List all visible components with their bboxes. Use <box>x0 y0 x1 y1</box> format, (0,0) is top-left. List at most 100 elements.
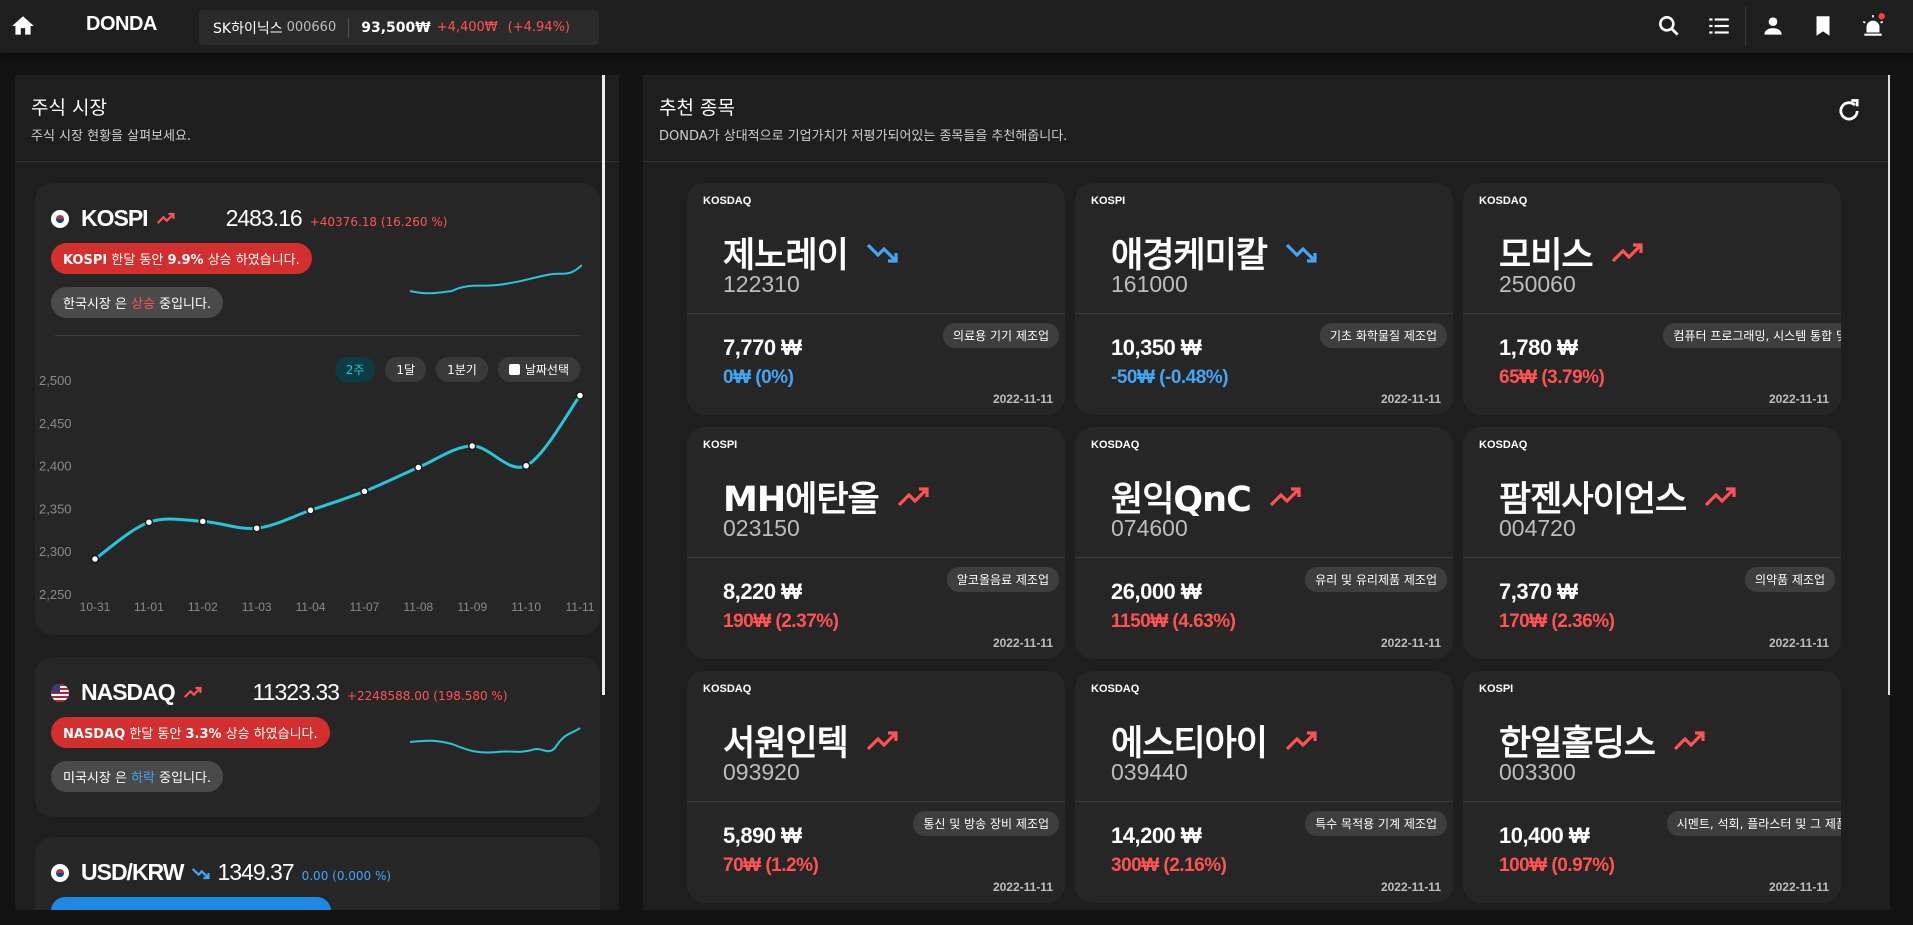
data-point[interactable] <box>521 461 531 470</box>
usdkrw-value: 1349.37 <box>217 859 294 885</box>
industry-badge: 특수 목적용 기계 제조업 <box>1305 811 1447 836</box>
usdkrw-monthly-badge <box>51 897 331 910</box>
stock-card[interactable]: KOSDAQ 원익QnC 074600 유리 및 유리제품 제조업 26,000 ₩11… <box>1075 427 1453 659</box>
market-header-divider <box>15 161 619 162</box>
stock-card-divider <box>687 313 1065 314</box>
usdkrw-header: USD/KRW 1349.37 0.00 (0.000 %) <box>51 859 391 886</box>
ticker-price: 93,500₩ <box>361 19 431 36</box>
stock-price: 1,780 ₩ <box>1499 335 1578 360</box>
stock-market: KOSDAQ <box>1091 683 1140 695</box>
nasdaq-value: 11323.33 <box>252 679 340 705</box>
y-tick-label: 2,500 <box>39 373 72 388</box>
nasdaq-status-suffix: 중입니다. <box>155 771 212 786</box>
korea-flag-icon <box>51 863 69 882</box>
stock-change: 1150₩ (4.63%) <box>1111 611 1236 632</box>
kospi-line-chart[interactable]: 2,500 2,450 2,400 2,350 2,300 2,250 10-31 11-01… <box>35 183 600 635</box>
industry-badge: 알코올음료 제조업 <box>946 567 1059 592</box>
stock-price: 5,890 ₩ <box>723 823 802 848</box>
data-point[interactable] <box>252 523 261 533</box>
recommend-subtitle: DONDA가 상대적으로 기업가치가 저평가되어있는 종목들을 추천해줍니다. <box>659 129 1068 144</box>
stock-change: 65₩ (3.79%) <box>1499 367 1605 388</box>
stock-card[interactable]: KOSDAQ 제노레이 122310 의료용 기기 제조업 7,770 ₩0₩ (0%)… <box>687 183 1065 415</box>
nasdaq-name: NASDAQ <box>81 679 176 705</box>
refresh-icon[interactable] <box>1835 97 1863 125</box>
stock-price: 14,200 ₩ <box>1111 823 1202 848</box>
data-point[interactable] <box>144 517 154 527</box>
data-point[interactable] <box>360 487 369 496</box>
stock-card[interactable]: KOSDAQ 팜젠사이언스 004720 의약품 제조업 7,370 ₩170₩ (2.… <box>1463 427 1841 659</box>
ticker-banner[interactable]: SK하이닉스 000660 93,500₩ +4,400₩ (+4.94%) <box>199 10 599 45</box>
home-icon[interactable] <box>10 13 36 39</box>
recommend-header-divider <box>643 161 1890 162</box>
ticker-code: 000660 <box>286 20 337 35</box>
stock-market: KOSDAQ <box>1479 439 1528 451</box>
nasdaq-status-badge: 미국시장 은 하락 중입니다. <box>51 761 224 792</box>
nasdaq-pill-mid: 한달 동안 <box>125 727 186 742</box>
recommend-scrollbar[interactable] <box>1888 75 1890 695</box>
app-logo[interactable]: DONDA <box>86 13 157 36</box>
stock-date: 2022-11-11 <box>1768 392 1829 406</box>
account-icon[interactable] <box>1760 13 1786 39</box>
alarm-icon[interactable] <box>1860 13 1886 39</box>
stock-change: 170₩ (2.36%) <box>1499 611 1615 632</box>
stock-card[interactable]: KOSDAQ 에스티아이 039440 특수 목적용 기계 제조업 14,200 ₩30… <box>1075 671 1453 903</box>
stock-card[interactable]: KOSPI 한일홀딩스 003300 시멘트, 석회, 플라스터 및 그 제품 10,4… <box>1463 671 1841 903</box>
industry-badge: 유리 및 유리제품 제조업 <box>1305 567 1447 592</box>
stock-date: 2022-11-11 <box>992 880 1053 894</box>
data-point[interactable] <box>198 517 208 526</box>
ticker-change: +4,400₩ <box>436 20 498 35</box>
stock-change: 100₩ (0.97%) <box>1499 855 1615 876</box>
x-tick-label: 11-11 <box>566 600 595 614</box>
trending-down-icon <box>866 243 898 263</box>
stock-market: KOSPI <box>1091 195 1126 207</box>
y-tick-label: 2,350 <box>39 501 72 516</box>
data-point[interactable] <box>467 441 477 451</box>
nasdaq-change: +2248588.00 (198.580 %) <box>346 688 508 703</box>
stock-market: KOSDAQ <box>703 683 752 695</box>
stock-market: KOSPI <box>703 439 738 451</box>
stock-code: 161000 <box>1111 271 1188 297</box>
list-icon[interactable] <box>1706 13 1732 39</box>
stock-card-divider <box>1075 313 1453 314</box>
stock-change: 70₩ (1.2%) <box>723 855 819 876</box>
nasdaq-status-prefix: 미국시장 은 <box>63 771 132 786</box>
usdkrw-name: USD/KRW <box>81 859 184 885</box>
y-tick-label: 2,300 <box>39 544 72 559</box>
stock-card-divider <box>1463 557 1841 558</box>
stock-change: 0₩ (0%) <box>723 367 794 388</box>
bookmark-icon[interactable] <box>1810 13 1836 39</box>
stock-code: 093920 <box>723 759 800 785</box>
x-tick-label: 10-31 <box>80 600 111 614</box>
trending-down-icon <box>192 867 211 879</box>
data-point[interactable] <box>90 554 100 564</box>
usdkrw-change: 0.00 (0.000 %) <box>301 868 392 883</box>
market-scrollbar[interactable] <box>602 75 605 695</box>
stock-date: 2022-11-11 <box>992 636 1053 650</box>
stock-change: 300₩ (2.16%) <box>1111 855 1227 876</box>
stock-card[interactable]: KOSDAQ 서원인텍 093920 통신 및 방송 장비 제조업 5,890 ₩70₩… <box>687 671 1065 903</box>
stock-date: 2022-11-11 <box>1380 636 1441 650</box>
stock-card[interactable]: KOSPI 애경케미칼 161000 기초 화학물질 제조업 10,350 ₩ -50₩ … <box>1075 183 1453 415</box>
nasdaq-status-word: 하락 <box>131 771 155 786</box>
y-tick-label: 2,400 <box>39 459 72 474</box>
stock-code: 004720 <box>1499 515 1576 541</box>
stock-card[interactable]: KOSDAQ 모비스 250060 컴퓨터 프로그래밍, 시스템 통합 및 1,780 … <box>1463 183 1841 415</box>
trending-up-icon <box>1611 242 1643 262</box>
stock-market: KOSDAQ <box>703 195 752 207</box>
stock-market: KOSDAQ <box>1479 195 1528 207</box>
stock-change: 190₩ (2.37%) <box>723 611 839 632</box>
stock-card-divider <box>687 557 1065 558</box>
stock-code: 039440 <box>1111 759 1188 785</box>
data-point[interactable] <box>575 391 585 400</box>
stock-market: KOSPI <box>1479 683 1514 695</box>
x-tick-label: 11-10 <box>511 600 541 614</box>
stock-card[interactable]: KOSPI MH에탄올 023150 알코올음료 제조업 8,220 ₩190₩ (2.… <box>687 427 1065 659</box>
x-tick-label: 11-08 <box>403 600 433 614</box>
data-point[interactable] <box>414 463 423 472</box>
search-icon[interactable] <box>1656 13 1682 39</box>
nasdaq-monthly-badge: NASDAQ 한달 동안 3.3% 상승 하였습니다. <box>51 717 330 748</box>
trending-up-icon <box>183 686 202 698</box>
stock-date: 2022-11-11 <box>1380 392 1441 406</box>
market-title: 주식 시장 <box>31 97 107 119</box>
data-point[interactable] <box>306 506 315 515</box>
